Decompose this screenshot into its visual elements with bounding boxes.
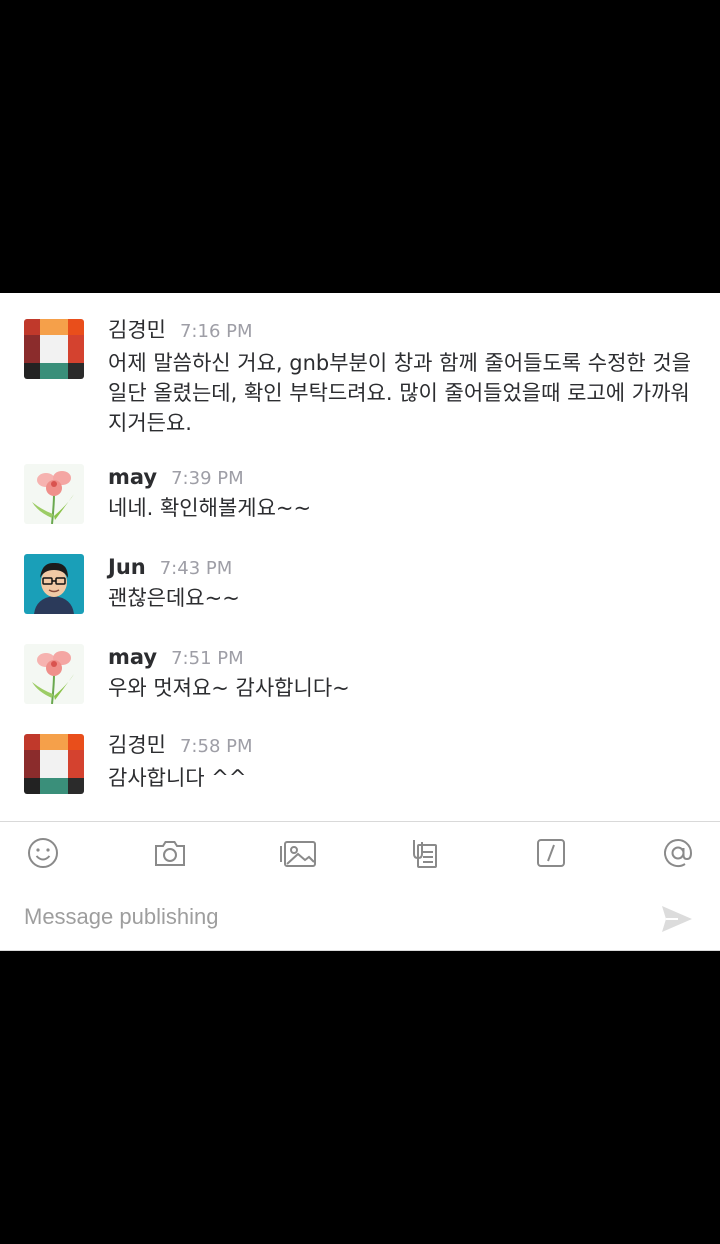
message-input[interactable]	[24, 900, 624, 934]
app-screen: 김경민 7:16 PM 어제 말씀하신 거요, gnb부분이 창과 함께 줄어들도…	[0, 0, 720, 1244]
message-composer	[0, 821, 720, 951]
photo-library-icon[interactable]	[278, 836, 318, 870]
message-header: may 7:51 PM	[108, 642, 244, 672]
sender-name[interactable]: Jun	[108, 555, 146, 579]
message-time: 7:58 PM	[179, 736, 253, 757]
message-header: 김경민 7:58 PM	[108, 730, 253, 760]
top-letterbox	[0, 0, 720, 293]
message-text: 네네. 확인해볼게요~~	[108, 496, 312, 520]
message-header: may 7:39 PM	[108, 462, 244, 492]
mention-icon[interactable]	[661, 836, 695, 870]
message-header: 김경민 7:16 PM	[108, 315, 253, 345]
sender-name[interactable]: 김경민	[108, 318, 166, 342]
message-time: 7:16 PM	[179, 321, 253, 342]
message-text: 감사합니다 ^^	[108, 766, 247, 790]
camera-icon[interactable]	[153, 836, 187, 870]
message-header: Jun 7:43 PM	[108, 552, 232, 582]
message-list[interactable]: 김경민 7:16 PM 어제 말씀하신 거요, gnb부분이 창과 함께 줄어들도…	[0, 293, 720, 821]
message-time: 7:43 PM	[159, 558, 233, 579]
cartoon-face-avatar[interactable]	[24, 554, 84, 614]
flower-avatar[interactable]	[24, 644, 84, 704]
sender-name[interactable]: 김경민	[108, 733, 166, 757]
message-time: 7:39 PM	[171, 468, 244, 489]
emoji-icon[interactable]	[26, 836, 60, 870]
grid-logo-avatar[interactable]	[24, 734, 84, 794]
message-text: 괜찮은데요~~	[108, 586, 240, 610]
flower-avatar[interactable]	[24, 464, 84, 524]
sender-name[interactable]: may	[108, 465, 157, 489]
send-icon[interactable]	[660, 902, 694, 936]
sender-name[interactable]: may	[108, 645, 157, 669]
grid-logo-avatar[interactable]	[24, 319, 84, 379]
slash-command-icon[interactable]	[534, 836, 568, 870]
snippet-icon[interactable]	[408, 836, 442, 870]
message-text: 어제 말씀하신 거요, gnb부분이 창과 함께 줄어들도록 수정한 것을 일단…	[108, 351, 692, 435]
message-time: 7:51 PM	[171, 648, 244, 669]
message-text: 우와 멋져요~ 감사합니다~	[108, 676, 350, 700]
bottom-letterbox	[0, 951, 720, 1244]
